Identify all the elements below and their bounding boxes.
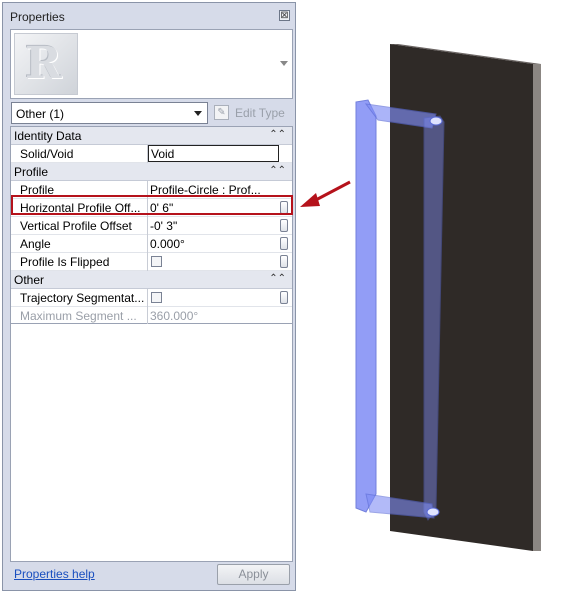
prop-name: Trajectory Segmentat... — [20, 291, 145, 305]
prop-row-solid-void[interactable]: Solid/Void Void — [11, 145, 292, 163]
prop-row-profile-is-flipped[interactable]: Profile Is Flipped — [11, 253, 292, 271]
void-left-leg — [355, 99, 377, 513]
properties-help-link[interactable]: Properties help — [14, 567, 95, 581]
column-divider — [147, 253, 148, 271]
trajectory-segmentation-checkbox[interactable] — [151, 292, 162, 303]
column-divider — [147, 289, 148, 307]
associate-parameter-button[interactable] — [280, 255, 288, 268]
properties-grid: Identity Data ⌃⌃ Solid/Void Void Profile… — [10, 126, 293, 325]
prop-name: Angle — [20, 237, 51, 251]
properties-palette: Properties ⊠ R Other (1) ✎ Edit Type Ide… — [2, 2, 296, 591]
prop-name: Vertical Profile Offset — [20, 219, 132, 233]
properties-empty-area — [10, 324, 293, 562]
apply-button[interactable]: Apply — [217, 564, 290, 585]
collapse-icon[interactable]: ⌃⌃ — [269, 165, 286, 176]
prop-value: Void — [151, 147, 175, 161]
column-divider — [147, 307, 148, 325]
void-end-cap-top — [429, 116, 443, 126]
associate-parameter-button[interactable] — [280, 219, 288, 232]
group-label: Other — [14, 273, 45, 287]
edit-type-button[interactable]: ✎ Edit Type — [214, 104, 290, 122]
family-thumbnail: R — [14, 33, 78, 95]
associate-parameter-button[interactable] — [280, 291, 288, 304]
edit-type-label: Edit Type — [235, 106, 285, 120]
prop-row-maximum-segment-angle: Maximum Segment ... 360.000° — [11, 307, 292, 325]
edit-type-icon: ✎ — [214, 105, 229, 120]
collapse-icon[interactable]: ⌃⌃ — [269, 129, 286, 140]
associate-parameter-button[interactable] — [280, 237, 288, 250]
type-selector-dropdown[interactable]: Other (1) — [11, 102, 208, 124]
prop-name: Profile Is Flipped — [20, 255, 110, 269]
prop-row-angle[interactable]: Angle 0.000° — [11, 235, 292, 253]
annotation-arrow-head — [300, 193, 320, 207]
annotation-highlight-box — [11, 195, 293, 215]
prop-value: 0.000° — [150, 237, 185, 251]
prop-name: Maximum Segment ... — [20, 309, 137, 323]
group-other[interactable]: Other ⌃⌃ — [11, 271, 292, 289]
type-selector-value: Other (1) — [16, 107, 65, 121]
prop-row-vertical-profile-offset[interactable]: Vertical Profile Offset -0' 3" — [11, 217, 292, 235]
annotation-arrow — [300, 180, 351, 207]
prop-value: -0' 3" — [150, 219, 178, 233]
model-3d-view[interactable] — [300, 0, 566, 595]
chevron-down-icon — [194, 111, 202, 116]
revit-logo: R — [25, 38, 62, 89]
palette-titlebar: Properties ⊠ — [3, 3, 295, 29]
group-label: Identity Data — [14, 129, 82, 143]
prop-row-trajectory-segmentation[interactable]: Trajectory Segmentat... — [11, 289, 292, 307]
solid-void-field[interactable]: Void — [148, 145, 279, 162]
group-identity-data[interactable]: Identity Data ⌃⌃ — [11, 127, 292, 145]
prop-name: Solid/Void — [20, 147, 74, 161]
panel-side-edge — [533, 64, 541, 551]
close-icon[interactable]: ⊠ — [279, 10, 290, 21]
column-divider — [147, 235, 148, 253]
palette-title: Properties — [10, 10, 65, 24]
column-divider — [147, 217, 148, 235]
profile-flipped-checkbox[interactable] — [151, 256, 162, 267]
collapse-icon[interactable]: ⌃⌃ — [269, 273, 286, 284]
group-label: Profile — [14, 165, 49, 179]
void-end-cap-bottom — [426, 507, 440, 517]
type-preview: R — [10, 29, 293, 99]
prop-value: 360.000° — [150, 309, 199, 323]
group-profile[interactable]: Profile ⌃⌃ — [11, 163, 292, 181]
chevron-down-icon[interactable] — [280, 61, 288, 66]
